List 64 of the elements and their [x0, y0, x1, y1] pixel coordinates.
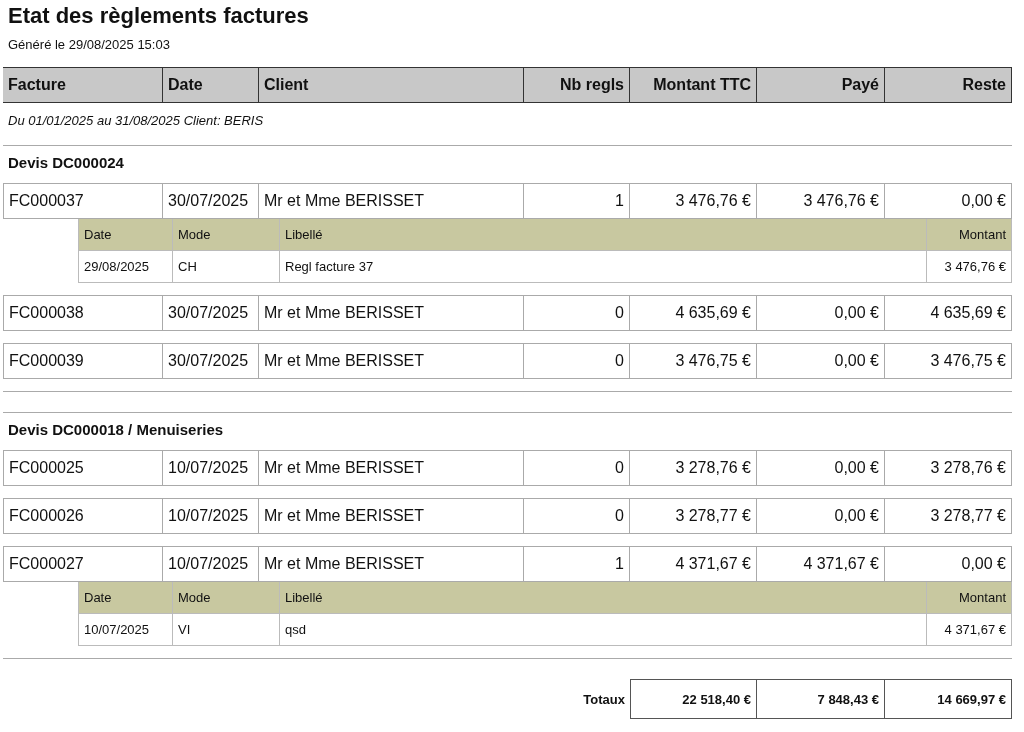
payment-column-header: Libellé — [280, 219, 927, 251]
client-name: Mr et Mme BERISSET — [259, 498, 524, 534]
client-name: Mr et Mme BERISSET — [259, 295, 524, 331]
payment-cell: 29/08/2025 — [78, 251, 173, 283]
invoice-date: 10/07/2025 — [163, 450, 259, 486]
column-header: Facture — [3, 67, 163, 103]
payment-column-header: Montant — [927, 582, 1012, 614]
total-remaining: 14 669,97 € — [885, 679, 1012, 719]
invoice-date: 10/07/2025 — [163, 498, 259, 534]
client-name: Mr et Mme BERISSET — [259, 546, 524, 582]
invoice-number: FC000038 — [3, 295, 163, 331]
payment-cell: VI — [173, 614, 280, 646]
payment-column-header: Montant — [927, 219, 1012, 251]
amount-ttc: 3 278,77 € — [630, 498, 757, 534]
group-title: Devis DC000018 / Menuiseries — [7, 420, 225, 440]
group-title: Devis DC000024 — [7, 153, 125, 173]
payment-column-header: Libellé — [280, 582, 927, 614]
invoice-number: FC000039 — [3, 343, 163, 379]
total-amount-ttc: 22 518,40 € — [630, 679, 757, 719]
amount-paid: 0,00 € — [757, 450, 885, 486]
invoice-date: 30/07/2025 — [163, 295, 259, 331]
period-filter: Du 01/01/2025 au 31/08/2025 Client: BERIS — [7, 113, 265, 130]
amount-paid: 0,00 € — [757, 498, 885, 534]
payment-cell: 10/07/2025 — [78, 614, 173, 646]
invoice-number: FC000025 — [3, 450, 163, 486]
column-header: Client — [259, 67, 524, 103]
client-name: Mr et Mme BERISSET — [259, 343, 524, 379]
payment-count: 0 — [524, 295, 630, 331]
invoice-number: FC000037 — [3, 183, 163, 219]
amount-remaining: 3 476,75 € — [885, 343, 1012, 379]
amount-remaining: 3 278,76 € — [885, 450, 1012, 486]
column-header: Nb regls — [524, 67, 630, 103]
payment-cell: 3 476,76 € — [927, 251, 1012, 283]
amount-ttc: 4 635,69 € — [630, 295, 757, 331]
payment-cell: CH — [173, 251, 280, 283]
column-header: Payé — [757, 67, 885, 103]
payment-count: 0 — [524, 450, 630, 486]
payment-column-header: Date — [78, 219, 173, 251]
column-header: Montant TTC — [630, 67, 757, 103]
generated-date: Généré le 29/08/2025 15:03 — [8, 37, 171, 53]
client-name: Mr et Mme BERISSET — [259, 450, 524, 486]
invoice-number: FC000026 — [3, 498, 163, 534]
payment-count: 0 — [524, 343, 630, 379]
invoice-number: FC000027 — [3, 546, 163, 582]
total-paid: 7 848,43 € — [757, 679, 885, 719]
amount-remaining: 4 635,69 € — [885, 295, 1012, 331]
payment-column-header: Mode — [173, 219, 280, 251]
amount-paid: 0,00 € — [757, 343, 885, 379]
report-title: Etat des règlements factures — [8, 2, 310, 29]
amount-remaining: 3 278,77 € — [885, 498, 1012, 534]
payment-column-header: Date — [78, 582, 173, 614]
invoice-date: 30/07/2025 — [163, 343, 259, 379]
column-header: Reste — [885, 67, 1012, 103]
amount-paid: 0,00 € — [757, 295, 885, 331]
client-name: Mr et Mme BERISSET — [259, 183, 524, 219]
payment-count: 0 — [524, 498, 630, 534]
payment-cell: Regl facture 37 — [280, 251, 927, 283]
column-header: Date — [163, 67, 259, 103]
amount-ttc: 3 278,76 € — [630, 450, 757, 486]
payment-cell: qsd — [280, 614, 927, 646]
payment-column-header: Mode — [173, 582, 280, 614]
payment-cell: 4 371,67 € — [927, 614, 1012, 646]
totals-label: Totaux — [582, 690, 626, 709]
amount-ttc: 3 476,75 € — [630, 343, 757, 379]
